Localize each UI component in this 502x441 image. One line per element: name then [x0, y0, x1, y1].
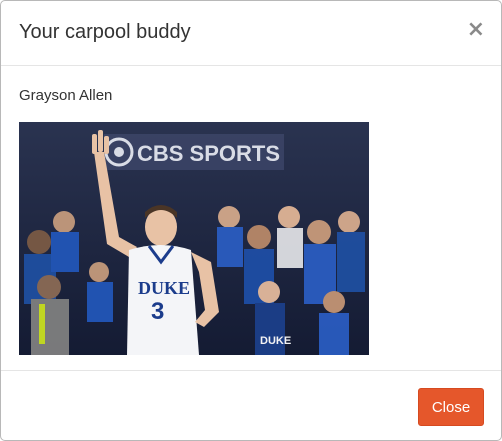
close-button[interactable]: Close: [418, 388, 484, 426]
modal-header: Your carpool buddy ×: [1, 1, 501, 66]
buddy-photo: CBS SPORTS DUKE DUKE 3: [19, 122, 369, 355]
carpool-buddy-modal: Your carpool buddy × Grayson Allen CBS S…: [0, 0, 502, 441]
jersey-team-text: DUKE: [138, 278, 190, 298]
buddy-photo-illustration: CBS SPORTS DUKE DUKE 3: [19, 122, 369, 355]
fan-shirt-text: DUKE: [260, 335, 291, 347]
modal-footer: Close: [1, 370, 501, 441]
close-icon[interactable]: ×: [467, 19, 485, 41]
jersey-number-text: 3: [151, 298, 164, 325]
buddy-name: Grayson Allen: [19, 87, 113, 104]
modal-title: Your carpool buddy: [19, 21, 191, 43]
modal-body: Grayson Allen CBS SPORTS DUKE DUKE 3: [1, 66, 501, 370]
banner-text: CBS SPORTS: [137, 141, 280, 166]
